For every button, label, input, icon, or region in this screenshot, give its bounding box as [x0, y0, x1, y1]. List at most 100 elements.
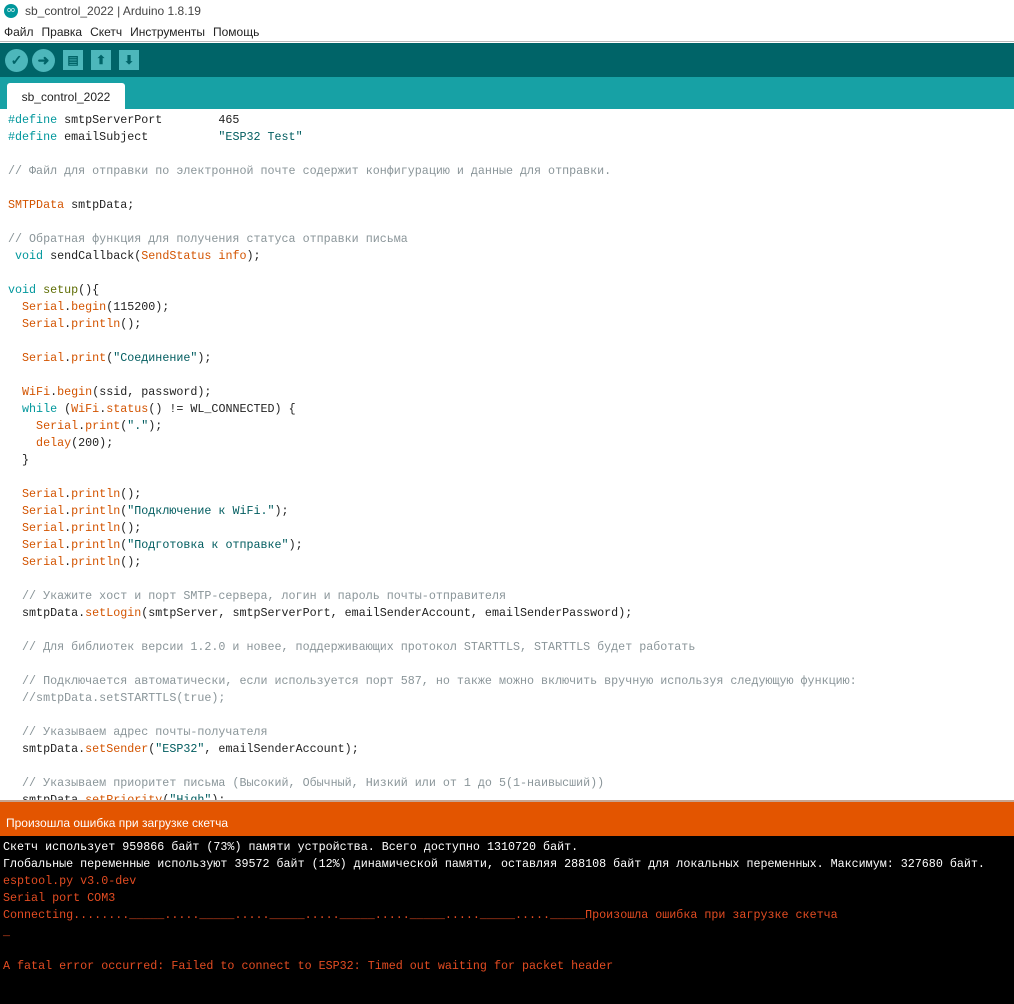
- code-line: SMTPData smtpData;: [8, 197, 1014, 214]
- upload-button[interactable]: ➜: [32, 48, 55, 72]
- code-token: #define: [8, 113, 65, 127]
- code-token: ();: [120, 487, 142, 501]
- verify-button[interactable]: ✓: [5, 48, 28, 72]
- code-token: // Указываем адрес почты-получателя: [8, 725, 268, 739]
- code-token: Serial: [8, 300, 65, 314]
- code-token: WiFi: [71, 402, 100, 416]
- console-line: Serial port COM3: [3, 891, 116, 905]
- code-token: Serial: [8, 351, 65, 365]
- code-token: status: [106, 402, 149, 416]
- code-line: // Подключается автоматически, если испо…: [8, 673, 1014, 690]
- new-button[interactable]: ▤: [63, 50, 83, 70]
- code-token: "Подключение к WiFi.": [127, 504, 275, 518]
- tab-strip: sb_control_2022: [0, 77, 1014, 109]
- code-line: // Для библиотек версии 1.2.0 и новее, п…: [8, 639, 1014, 656]
- code-token: sendCallback(: [43, 249, 142, 263]
- code-token: setup: [43, 283, 79, 297]
- code-line: #define smtpServerPort 465: [8, 112, 1014, 129]
- code-token: smtpData.: [8, 793, 86, 800]
- code-line: delay(200);: [8, 435, 1014, 452]
- code-token: #define: [8, 130, 65, 144]
- code-token: (ssid, password);: [92, 385, 212, 399]
- code-token: );: [288, 538, 303, 552]
- code-line: Serial.begin(115200);: [8, 299, 1014, 316]
- code-line: Serial.println("Подготовка к отправке");: [8, 537, 1014, 554]
- code-token: Serial: [8, 419, 79, 433]
- code-line: void sendCallback(SendStatus info);: [8, 248, 1014, 265]
- save-button[interactable]: ⬇: [119, 50, 139, 70]
- code-line: smtpData.setLogin(smtpServer, smtpServer…: [8, 605, 1014, 622]
- arduino-logo-icon: oo: [4, 4, 18, 18]
- code-token: () != WL_CONNECTED) {: [148, 402, 296, 416]
- code-token: Serial: [8, 317, 65, 331]
- code-line: Serial.print("Соединение");: [8, 350, 1014, 367]
- code-line: WiFi.begin(ssid, password);: [8, 384, 1014, 401]
- code-token: println: [71, 487, 121, 501]
- code-token: Serial: [8, 555, 65, 569]
- code-token: (){: [78, 283, 100, 297]
- code-token: println: [71, 504, 121, 518]
- code-line: //smtpData.setSTARTTLS(true);: [8, 690, 1014, 707]
- console-line: A fatal error occurred: Failed to connec…: [3, 959, 614, 973]
- code-token: (: [57, 402, 72, 416]
- code-token: "High": [169, 793, 212, 800]
- code-line: while (WiFi.status() != WL_CONNECTED) {: [8, 401, 1014, 418]
- code-token: );: [197, 351, 212, 365]
- menu-edit[interactable]: Правка: [38, 25, 87, 39]
- arrow-down-icon: ⬇: [123, 53, 135, 67]
- code-token: SendStatus info: [141, 249, 247, 263]
- code-token: (smtpServer, smtpServerPort, emailSender…: [141, 606, 633, 620]
- code-token: smtpData;: [64, 198, 135, 212]
- code-token: // Для библиотек версии 1.2.0 и новее, п…: [8, 640, 696, 654]
- new-file-icon: ▤: [67, 53, 79, 67]
- code-line: // Указываем приоритет письма (Высокий, …: [8, 775, 1014, 792]
- code-line: // Файл для отправки по электронной почт…: [8, 163, 1014, 180]
- code-line: void setup(){: [8, 282, 1014, 299]
- code-token: Serial: [8, 521, 65, 535]
- code-token: setLogin: [85, 606, 142, 620]
- code-editor[interactable]: #define smtpServerPort 465 #define emailS…: [0, 109, 1014, 800]
- code-line: // Укажите хост и порт SMTP-сервера, лог…: [8, 588, 1014, 605]
- code-token: ();: [120, 555, 142, 569]
- code-line: Serial.println();: [8, 520, 1014, 537]
- code-token: "ESP32": [155, 742, 205, 756]
- code-token: );: [274, 504, 289, 518]
- code-line: Serial.println("Подключение к WiFi.");: [8, 503, 1014, 520]
- code-token: // Обратная функция для получения статус…: [8, 232, 408, 246]
- code-token: (200);: [71, 436, 114, 450]
- check-icon: ✓: [10, 51, 23, 68]
- open-button[interactable]: ⬆: [91, 50, 111, 70]
- code-token: // Указываем приоритет письма (Высокий, …: [8, 776, 605, 790]
- code-line: // Указываем адрес почты-получателя: [8, 724, 1014, 741]
- toolbar: ✓ ➜ ▤ ⬆ ⬇: [0, 43, 1014, 77]
- menu-tools[interactable]: Инструменты: [126, 25, 209, 39]
- code-token: Serial: [8, 538, 65, 552]
- code-token: begin: [71, 300, 107, 314]
- menu-file[interactable]: Файл: [0, 25, 38, 39]
- menu-sketch[interactable]: Скетч: [86, 25, 126, 39]
- console-line: Глобальные переменные используют 39572 б…: [3, 857, 985, 871]
- code-token: smtpData.: [8, 606, 86, 620]
- code-line: smtpData.setPriority("High");: [8, 792, 1014, 800]
- tab-sketch[interactable]: sb_control_2022: [7, 83, 125, 109]
- menu-help[interactable]: Помощь: [209, 25, 263, 39]
- code-token: );: [246, 249, 261, 263]
- code-token: println: [71, 555, 121, 569]
- code-token: (115200);: [106, 300, 170, 314]
- code-token: void: [8, 283, 37, 297]
- code-token: begin: [57, 385, 93, 399]
- code-token: println: [71, 521, 121, 535]
- code-line: Serial.println();: [8, 316, 1014, 333]
- code-token: , emailSenderAccount);: [204, 742, 359, 756]
- code-line: Serial.print(".");: [8, 418, 1014, 435]
- code-token: );: [148, 419, 163, 433]
